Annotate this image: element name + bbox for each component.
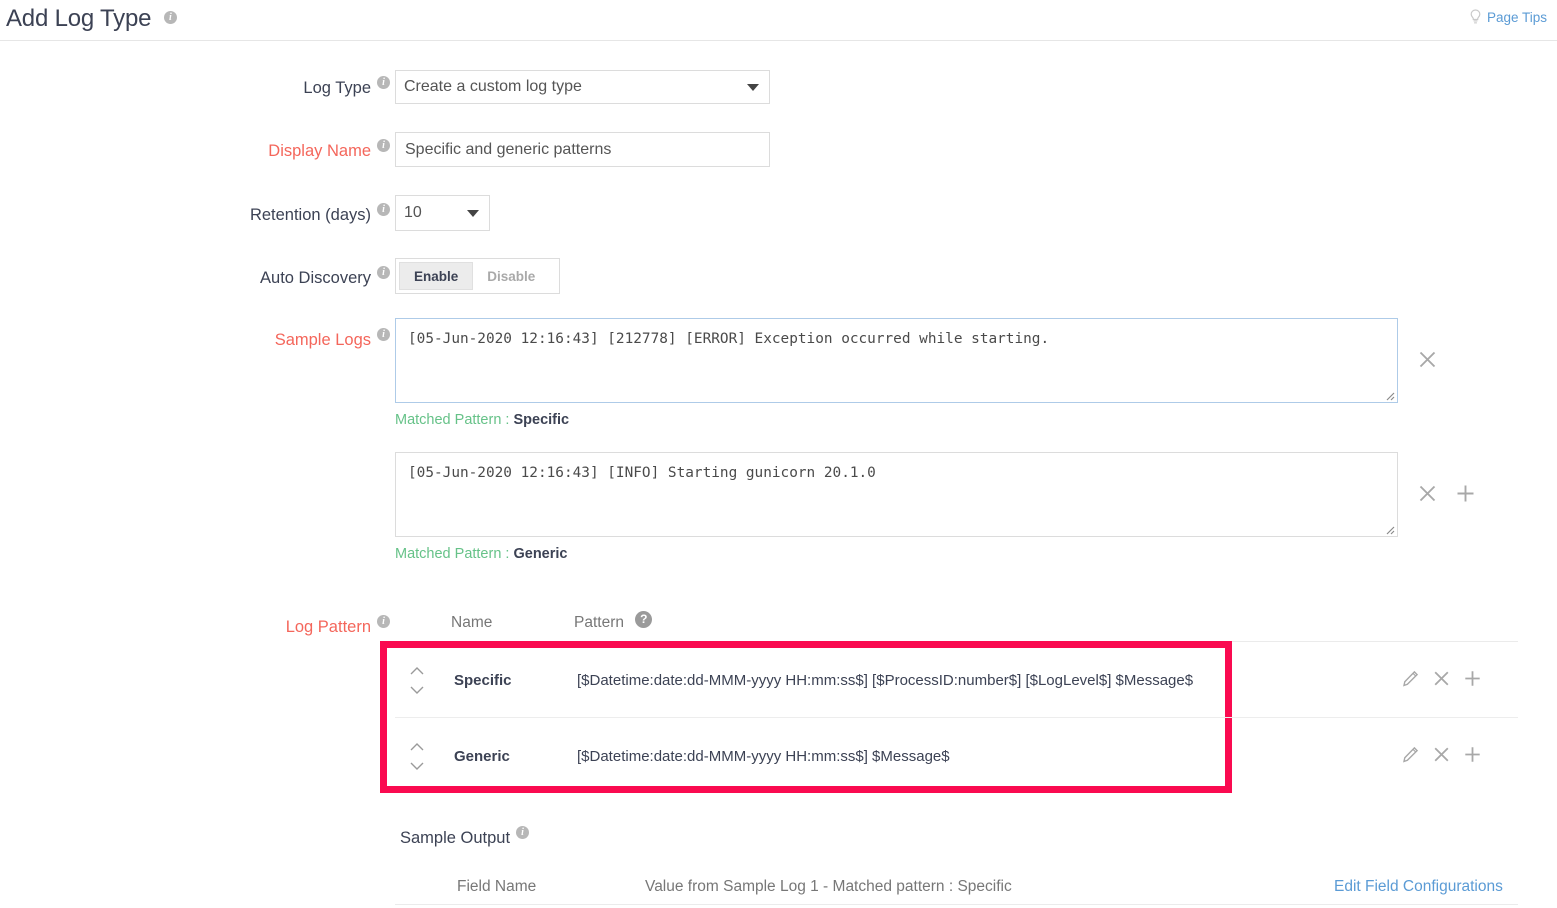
auto-discovery-info-icon[interactable]: i [377,266,390,279]
auto-discovery-toggle: Enable Disable [395,258,560,294]
matched-pattern-2-value: Generic [513,546,567,562]
display-name-label: Display Name [268,141,371,161]
log-pattern-label: Log Pattern [286,617,371,637]
matched-pattern-1-value: Specific [513,412,569,428]
page-title: Add Log Type i [6,5,177,33]
retention-label: Retention (days) [250,205,371,225]
caret-down-icon [747,84,759,91]
log-pattern-label-wrap: Log Pattern i [150,617,390,637]
log-pattern-row-2-reorder-handle[interactable] [408,743,424,769]
matched-pattern-1: Matched Pattern : Specific [395,412,569,428]
sample-logs-label: Sample Logs [275,330,371,350]
matched-pattern-2-prefix: Matched Pattern : [395,546,509,562]
display-name-label-wrap: Display Name i [150,141,390,161]
page-title-info-icon[interactable]: i [164,11,177,24]
log-pattern-row-2-actions [1402,746,1481,763]
edit-log-pattern-2-icon[interactable] [1402,746,1419,763]
log-pattern-column-pattern-wrap: Pattern ? [574,614,652,632]
log-pattern-row-2-name: Generic [454,748,564,765]
retention-select[interactable]: 10 [395,195,490,231]
sample-output-header-divider [395,904,1518,905]
sample-logs-label-wrap: Sample Logs i [150,330,390,350]
page-tips-label: Page Tips [1487,10,1547,25]
sample-log-textarea-1[interactable] [395,318,1398,403]
log-pattern-help-icon[interactable]: ? [635,611,652,628]
sample-output-column-value: Value from Sample Log 1 - Matched patter… [645,878,1012,896]
page-header: Add Log Type i Page Tips [0,0,1557,41]
sample-output-label: Sample Output [400,828,510,848]
sample-log-textarea-2[interactable] [395,452,1398,537]
log-pattern-row-2-pattern: [$Datetime:date:dd-MMM-yyyy HH:mm:ss$] $… [577,748,950,765]
log-type-selected-value: Create a custom log type [404,78,582,96]
lightbulb-icon [1469,9,1482,25]
log-type-info-icon[interactable]: i [377,76,390,89]
remove-log-pattern-1-icon[interactable] [1433,670,1450,687]
chevron-down-icon[interactable] [410,686,422,693]
log-type-select[interactable]: Create a custom log type [395,70,770,104]
log-type-label-wrap: Log Type i [150,78,390,98]
table-row[interactable]: Generic [$Datetime:date:dd-MMM-yyyy HH:m… [408,728,1208,784]
log-pattern-row-1-pattern: [$Datetime:date:dd-MMM-yyyy HH:mm:ss$] [… [577,672,1193,689]
auto-discovery-label: Auto Discovery [260,268,371,288]
add-sample-log-icon[interactable] [1456,484,1475,503]
edit-log-pattern-1-icon[interactable] [1402,670,1419,687]
chevron-up-icon[interactable] [410,743,422,750]
page-tips-button[interactable]: Page Tips [1469,9,1547,25]
remove-log-pattern-2-icon[interactable] [1433,746,1450,763]
display-name-info-icon[interactable]: i [377,139,390,152]
log-type-label: Log Type [303,78,371,98]
matched-pattern-2: Matched Pattern : Generic [395,546,567,562]
add-log-pattern-2-icon[interactable] [1464,746,1481,763]
auto-discovery-label-wrap: Auto Discovery i [150,268,390,288]
log-pattern-info-icon[interactable]: i [377,615,390,628]
caret-down-icon [467,210,479,217]
remove-sample-log-1-icon[interactable] [1418,350,1437,369]
retention-selected-value: 10 [404,204,422,222]
sample-logs-info-icon[interactable]: i [377,328,390,341]
auto-discovery-disable-button[interactable]: Disable [473,262,549,290]
matched-pattern-1-prefix: Matched Pattern : [395,412,509,428]
sample-log-entry-2 [395,452,1398,537]
sample-output-info-icon[interactable]: i [516,826,529,839]
sample-output-label-wrap: Sample Output i [400,828,529,848]
sample-log-entry-1 [395,318,1398,403]
remove-sample-log-2-icon[interactable] [1418,484,1437,503]
log-pattern-row-divider [395,717,1518,718]
log-pattern-row-1-reorder-handle[interactable] [408,667,424,693]
edit-field-configurations-link[interactable]: Edit Field Configurations [1334,878,1503,896]
retention-info-icon[interactable]: i [377,203,390,216]
add-log-type-page: Add Log Type i Page Tips Log Type i Crea… [0,0,1557,908]
log-pattern-row-1-name: Specific [454,672,564,689]
chevron-down-icon[interactable] [410,762,422,769]
log-pattern-column-pattern: Pattern [574,614,624,631]
display-name-input[interactable] [395,132,770,167]
log-pattern-column-name: Name [451,614,492,632]
chevron-up-icon[interactable] [410,667,422,674]
retention-label-wrap: Retention (days) i [150,205,390,225]
auto-discovery-enable-button[interactable]: Enable [399,262,473,290]
add-log-pattern-1-icon[interactable] [1464,670,1481,687]
log-pattern-row-1-actions [1402,670,1481,687]
sample-output-column-field-name: Field Name [457,878,536,896]
page-title-text: Add Log Type [6,5,151,32]
table-row[interactable]: Specific [$Datetime:date:dd-MMM-yyyy HH:… [408,652,1208,708]
